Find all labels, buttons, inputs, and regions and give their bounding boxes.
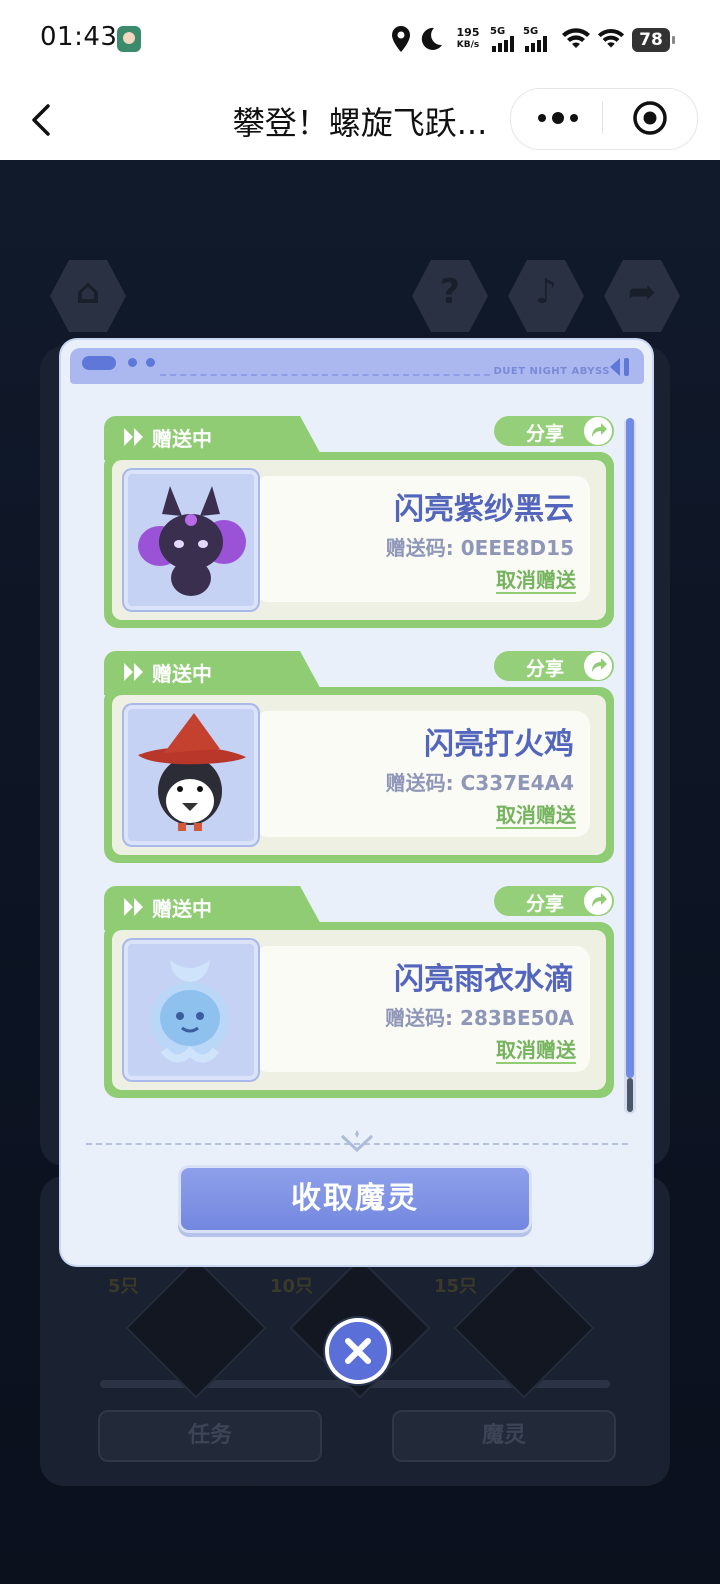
page-title: 攀登！螺旋飞跃... <box>232 104 488 142</box>
share-button[interactable]: 分享 <box>494 416 614 446</box>
share-arrow-icon <box>584 887 612 915</box>
gift-code: 0EEE8D15 <box>460 536 574 560</box>
more-button[interactable] <box>520 94 600 142</box>
pet-thumbnail <box>122 703 260 847</box>
signal-icon <box>525 36 547 52</box>
back-button[interactable] <box>22 96 62 144</box>
gift-code-row: 赠送码: C337E4A4 <box>386 767 574 796</box>
capsule-divider <box>602 102 603 134</box>
cancel-gift-link[interactable]: 取消赠送 <box>496 568 576 594</box>
scrollbar-end <box>627 1078 633 1112</box>
share-arrow-icon <box>584 417 612 445</box>
signal-sim1: 5G <box>490 26 520 52</box>
tab-spirits[interactable]: 魔灵 <box>392 1410 616 1462</box>
witch-hat-bird-icon <box>138 713 246 831</box>
reward-badge: 15只 <box>434 1276 478 1297</box>
question-icon: ? <box>440 272 460 312</box>
battery-indicator: 78 <box>632 28 675 52</box>
double-arrow-icon <box>124 663 143 681</box>
music-note-icon: ♪ <box>535 272 557 312</box>
gift-status: 赠送中 <box>152 662 212 686</box>
status-time: 01:43 <box>40 22 118 52</box>
purple-cloud-cat-icon <box>138 486 246 596</box>
cancel-gift-link[interactable]: 取消赠送 <box>496 1038 576 1064</box>
topbar-dot <box>146 358 155 367</box>
share-button[interactable]: 分享 <box>494 886 614 916</box>
location-icon <box>392 26 410 52</box>
app-avatar-icon <box>117 26 141 52</box>
chevron-down-icon <box>340 1130 374 1153</box>
close-modal-button[interactable] <box>329 1322 387 1380</box>
share-button[interactable]: 分享 <box>494 651 614 681</box>
gift-card: 赠送中 分享 闪亮紫纱黑云 赠送码: 0EEE8D15 取消赠送 <box>104 416 614 628</box>
gift-status: 赠送中 <box>152 427 212 451</box>
double-arrow-icon <box>124 428 143 446</box>
net-speed: 195 KB/s <box>456 26 480 51</box>
close-miniprogram-button[interactable] <box>612 94 690 142</box>
wifi-plus-icon <box>562 28 590 48</box>
gift-code-row: 赠送码: 0EEE8D15 <box>386 532 574 561</box>
topbar-dashes <box>160 374 490 376</box>
brand-text: DUET NIGHT ABYSS <box>493 366 610 377</box>
gift-code-label: 赠送码: <box>385 771 461 795</box>
share-label: 分享 <box>526 423 565 445</box>
scrollbar-thumb[interactable] <box>626 418 634 1078</box>
signal-icon <box>492 36 514 52</box>
card-tab-slope <box>284 651 324 695</box>
pet-thumbnail <box>122 468 260 612</box>
share-arrow-icon: ➦ <box>627 272 657 312</box>
card-tab-slope <box>284 416 324 460</box>
gift-card: 赠送中 分享 闪亮打火鸡 赠送码: C337E4A4 取消赠送 <box>104 651 614 863</box>
topbar-dot <box>128 358 137 367</box>
pet-name: 闪亮打火鸡 <box>424 727 574 762</box>
share-arrow-icon <box>584 652 612 680</box>
gift-code-label: 赠送码: <box>385 1006 461 1030</box>
reward-badge: 5只 <box>108 1276 139 1297</box>
gift-card: 赠送中 分享 闪亮雨衣水滴 赠送码: 283BE50A 取消赠送 <box>104 886 614 1098</box>
share-label: 分享 <box>526 893 565 915</box>
card-tab-slope <box>284 886 324 930</box>
double-arrow-icon <box>124 898 143 916</box>
tab-tasks[interactable]: 任务 <box>98 1410 322 1462</box>
reward-badge: 10只 <box>270 1276 314 1297</box>
gift-status: 赠送中 <box>152 897 212 921</box>
share-label: 分享 <box>526 658 565 680</box>
gift-code-row: 赠送码: 283BE50A <box>385 1002 574 1031</box>
gift-code: C337E4A4 <box>460 771 574 795</box>
gift-code-label: 赠送码: <box>385 536 461 560</box>
topbar-pill <box>82 356 116 370</box>
pet-thumbnail <box>122 938 260 1082</box>
moon-icon <box>421 27 442 50</box>
home-icon: ⌂ <box>75 272 101 312</box>
raincoat-droplet-icon <box>150 960 230 1063</box>
gift-code: 283BE50A <box>460 1006 574 1030</box>
cancel-gift-link[interactable]: 取消赠送 <box>496 803 576 829</box>
pet-name: 闪亮雨衣水滴 <box>394 962 574 997</box>
collapse-arrow-icon <box>610 358 629 376</box>
pet-name: 闪亮紫纱黑云 <box>394 492 574 527</box>
collect-spirit-button[interactable]: 收取魔灵 <box>181 1168 529 1230</box>
wifi-icon <box>597 28 625 48</box>
signal-sim2: 5G <box>523 26 553 52</box>
